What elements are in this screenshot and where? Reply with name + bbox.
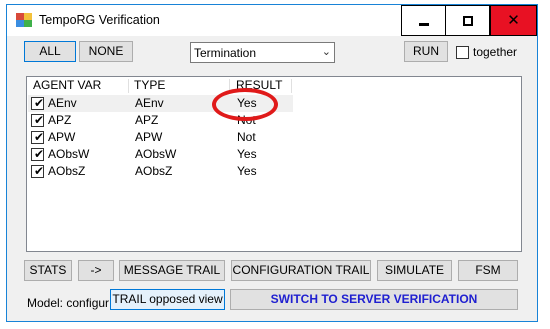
switch-to-server-verification-button[interactable]: SWITCH TO SERVER VERIFICATION <box>230 289 518 310</box>
result-cell: Yes <box>237 147 257 161</box>
chevron-down-icon: ⌄ <box>321 46 331 58</box>
check-icon: ✔ <box>34 147 45 161</box>
stats-button[interactable]: STATS <box>24 260 72 281</box>
result-cell: Not <box>237 130 256 144</box>
trail-opposed-view-button[interactable]: TRAIL opposed view <box>110 289 225 310</box>
table-row[interactable]: ✔ APW APW Not <box>28 129 293 146</box>
row-checkbox[interactable]: ✔ <box>31 130 45 144</box>
app-icon <box>16 13 32 27</box>
maximize-button[interactable] <box>445 5 490 36</box>
check-icon: ✔ <box>34 96 45 110</box>
configuration-trail-button[interactable]: CONFIGURATION TRAIL <box>231 260 371 281</box>
close-icon: ✕ <box>507 12 520 29</box>
arrow-button[interactable]: -> <box>78 260 114 281</box>
type-cell: APZ <box>135 113 159 127</box>
result-cell: Yes <box>237 164 257 178</box>
simulate-button[interactable]: SIMULATE <box>377 260 452 281</box>
minimize-icon <box>419 23 429 26</box>
title-bar[interactable]: TempoRG Verification ✕ <box>7 5 537 36</box>
check-icon: ✔ <box>34 130 45 144</box>
mode-select[interactable]: Termination ⌄ <box>190 42 335 63</box>
table-row[interactable]: ✔ AObsW AObsW Yes <box>28 146 293 163</box>
window-title: TempoRG Verification <box>39 13 160 27</box>
fsm-button[interactable]: FSM <box>458 260 518 281</box>
highlight-annotation <box>212 88 278 121</box>
agent-var-cell: AObsZ <box>48 164 86 178</box>
all-button[interactable]: ALL <box>24 41 76 62</box>
table-row[interactable]: ✔ AObsZ AObsZ Yes <box>28 163 293 180</box>
type-cell: AObsW <box>135 147 177 161</box>
type-cell: AObsZ <box>135 164 173 178</box>
message-trail-button[interactable]: MESSAGE TRAIL <box>119 260 225 281</box>
close-button[interactable]: ✕ <box>490 5 537 36</box>
agent-var-cell: AEnv <box>48 96 77 110</box>
check-icon: ✔ <box>34 113 45 127</box>
column-header-agent-var[interactable]: AGENT VAR <box>33 78 101 92</box>
row-checkbox[interactable]: ✔ <box>31 96 45 110</box>
agent-var-cell: APZ <box>48 113 72 127</box>
none-button[interactable]: NONE <box>79 41 133 62</box>
agent-var-cell: AObsW <box>48 147 90 161</box>
model-label: Model: configurati <box>27 296 109 310</box>
agent-var-cell: APW <box>48 130 76 144</box>
together-checkbox[interactable] <box>456 46 469 59</box>
run-button[interactable]: RUN <box>404 41 448 62</box>
row-checkbox[interactable]: ✔ <box>31 164 45 178</box>
type-cell: APW <box>135 130 163 144</box>
column-header-type[interactable]: TYPE <box>134 78 165 92</box>
together-label: together <box>473 45 518 59</box>
row-checkbox[interactable]: ✔ <box>31 113 45 127</box>
mode-select-value: Termination <box>194 46 257 60</box>
type-cell: AEnv <box>135 96 164 110</box>
maximize-icon <box>463 16 473 26</box>
check-icon: ✔ <box>34 164 45 178</box>
row-checkbox[interactable]: ✔ <box>31 147 45 161</box>
minimize-button[interactable] <box>401 5 446 36</box>
